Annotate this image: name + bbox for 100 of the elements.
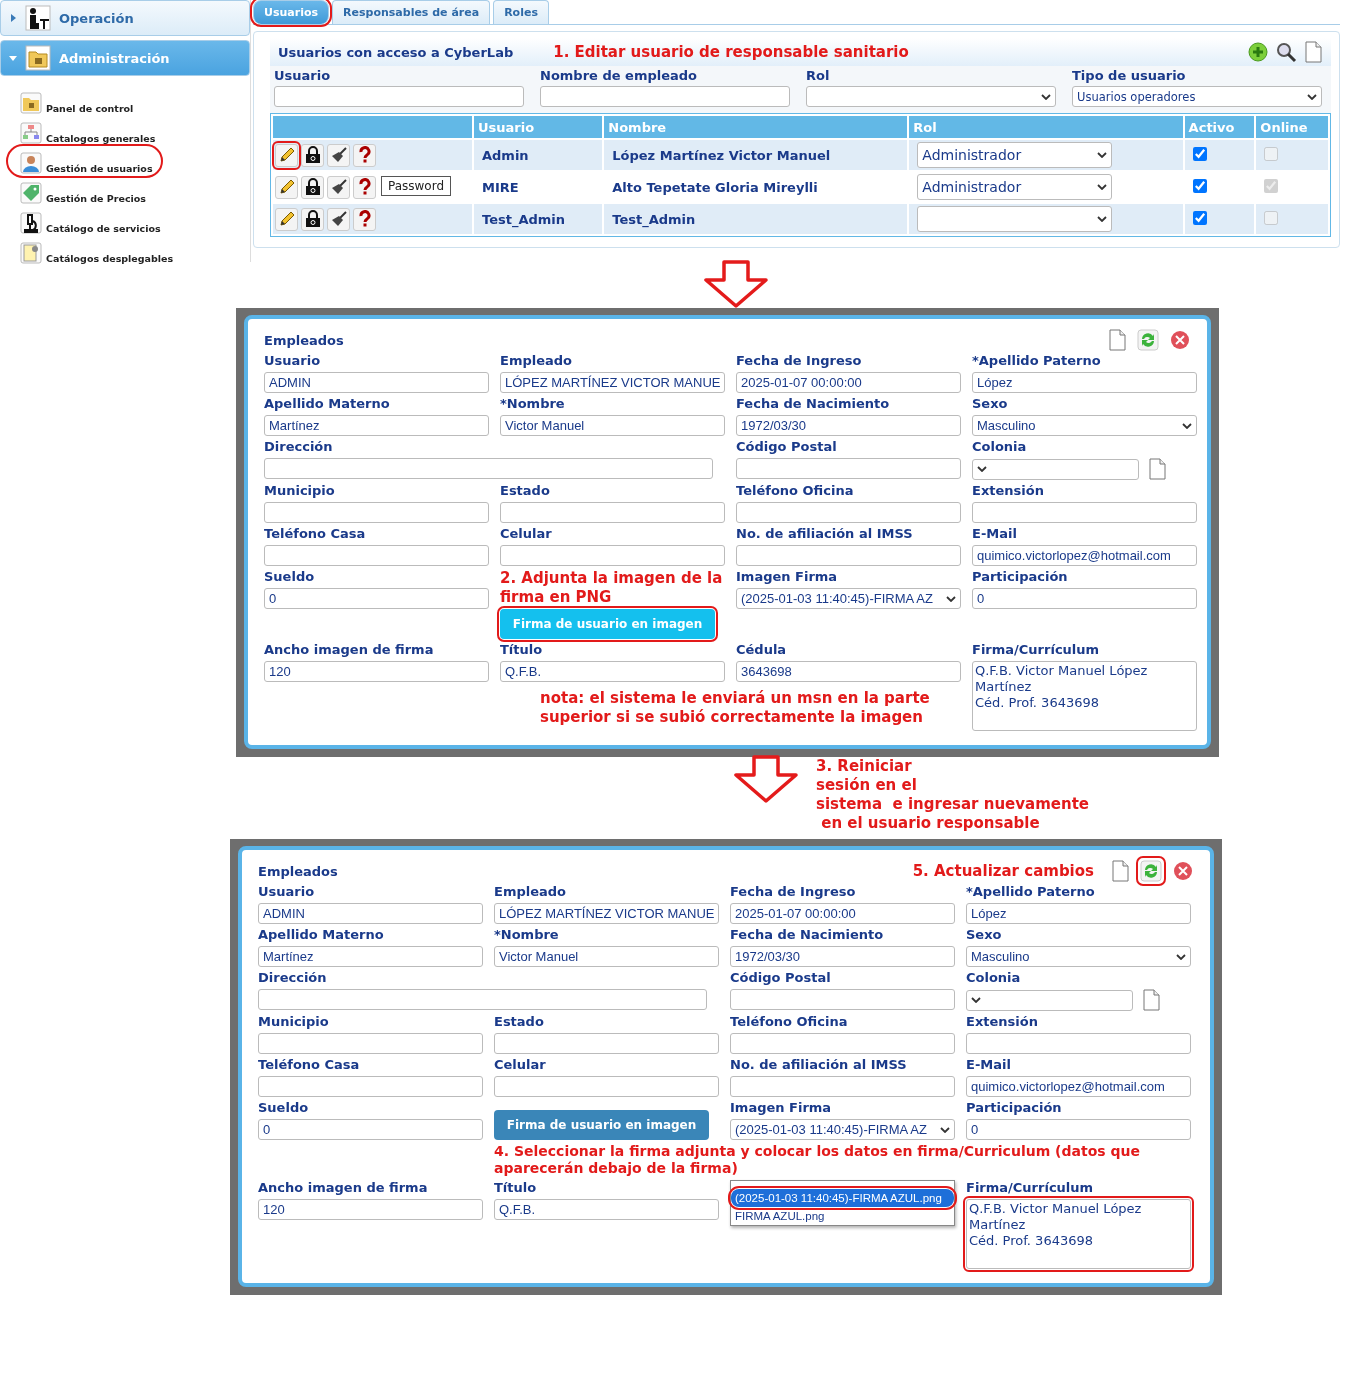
text-field[interactable]: 0: [264, 588, 489, 609]
text-field[interactable]: quimico.victorlopez@hotmail.com: [972, 545, 1197, 566]
text-field[interactable]: [972, 502, 1197, 523]
dropdown-option[interactable]: FIRMA AZUL.png: [731, 1207, 954, 1225]
text-field[interactable]: 1972/03/30: [736, 415, 961, 436]
active-checkbox[interactable]: [1192, 146, 1207, 161]
document-icon[interactable]: [1147, 458, 1167, 480]
caret-icon: [971, 997, 981, 1003]
text-field[interactable]: [494, 1033, 719, 1054]
lock-button[interactable]: [301, 207, 324, 231]
document-icon[interactable]: [1110, 860, 1130, 882]
filter-dropdown[interactable]: [806, 86, 1056, 107]
down-arrow: [732, 755, 800, 803]
dropdown[interactable]: (2025-01-03 11:40:45)-FIRMA AZ: [736, 588, 961, 609]
sidebar-item[interactable]: Catálogos desplegables: [20, 238, 180, 264]
document-icon[interactable]: [1107, 329, 1127, 351]
text-field[interactable]: 2025-01-07 00:00:00: [736, 372, 961, 393]
text-field[interactable]: 0: [972, 588, 1197, 609]
document-icon[interactable]: [1303, 41, 1323, 63]
document-icon[interactable]: [1141, 989, 1161, 1011]
text-field[interactable]: 2025-01-07 00:00:00: [730, 903, 955, 924]
text-field[interactable]: [258, 989, 707, 1010]
text-field[interactable]: [258, 1076, 483, 1097]
field-label: Fecha de Ingreso: [730, 884, 857, 899]
text-field[interactable]: [264, 458, 713, 479]
text-field[interactable]: LÓPEZ MARTÍNEZ VICTOR MANUE: [494, 903, 719, 924]
role-dropdown[interactable]: [917, 206, 1113, 232]
text-field[interactable]: [966, 1033, 1191, 1054]
text-field[interactable]: 0: [258, 1119, 483, 1140]
text-field[interactable]: ADMIN: [258, 903, 483, 924]
text-field[interactable]: 3643698: [736, 661, 961, 682]
broom-button[interactable]: [327, 207, 350, 231]
text-field[interactable]: [730, 1033, 955, 1054]
text-field[interactable]: 120: [264, 661, 489, 682]
dropdown[interactable]: (2025-01-03 11:40:45)-FIRMA AZ: [730, 1119, 955, 1140]
broom-button[interactable]: [327, 175, 350, 199]
help-button[interactable]: [353, 175, 376, 199]
form-title: Empleados: [264, 332, 344, 348]
broom-button[interactable]: [327, 143, 350, 167]
sidebar-section[interactable]: Operación: [0, 0, 250, 36]
active-checkbox[interactable]: [1192, 210, 1207, 225]
edit-button[interactable]: [275, 143, 298, 167]
text-field[interactable]: [730, 1076, 955, 1097]
sidebar-item[interactable]: Gestión de Precios: [20, 178, 152, 204]
active-checkbox[interactable]: [1192, 178, 1207, 193]
text-field[interactable]: López: [966, 903, 1191, 924]
text-field[interactable]: [258, 1033, 483, 1054]
dropdown[interactable]: Masculino: [966, 946, 1191, 967]
refresh-icon[interactable]: [1136, 856, 1166, 886]
text-field[interactable]: [264, 545, 489, 566]
text-field[interactable]: [500, 502, 725, 523]
text-field[interactable]: [736, 458, 961, 479]
text-field[interactable]: [494, 1076, 719, 1097]
lock-button[interactable]: [301, 143, 324, 167]
dropdown[interactable]: Masculino: [972, 415, 1197, 436]
dropdown[interactable]: [972, 458, 1139, 480]
text-field[interactable]: López: [972, 372, 1197, 393]
text-field[interactable]: [730, 989, 955, 1010]
add-icon[interactable]: [1247, 41, 1269, 63]
filter-field[interactable]: [540, 86, 790, 107]
text-field[interactable]: Martínez: [258, 946, 483, 967]
text-field[interactable]: Q.F.B.: [494, 1199, 719, 1220]
tab[interactable]: Responsables de área: [332, 0, 491, 24]
text-field[interactable]: [264, 502, 489, 523]
sidebar-item[interactable]: Catalogos generales: [20, 118, 162, 144]
sidebar-item[interactable]: Gestión de usuarios: [10, 148, 159, 174]
text-field[interactable]: Victor Manuel: [500, 415, 725, 436]
sidebar-item[interactable]: Panel de control: [20, 88, 140, 114]
tab[interactable]: Roles: [493, 0, 549, 24]
caret-icon: [940, 1126, 950, 1133]
filter-field[interactable]: [274, 86, 524, 107]
text-field[interactable]: ADMIN: [264, 372, 489, 393]
lock-button[interactable]: [301, 175, 324, 199]
text-field[interactable]: [500, 545, 725, 566]
text-field[interactable]: Victor Manuel: [494, 946, 719, 967]
sidebar-item[interactable]: Catálogo de servicios: [20, 208, 167, 234]
text-field[interactable]: 0: [966, 1119, 1191, 1140]
text-area[interactable]: Q.F.B. Victor Manuel López Martínez Céd. Prof. 3643698: [966, 1199, 1191, 1269]
close-icon[interactable]: [1172, 860, 1194, 882]
dropdown-option[interactable]: (2025-01-03 11:40:45)-FIRMA AZUL.png: [731, 1189, 954, 1207]
text-field[interactable]: quimico.victorlopez@hotmail.com: [966, 1076, 1191, 1097]
text-field[interactable]: 1972/03/30: [730, 946, 955, 967]
text-field[interactable]: [736, 502, 961, 523]
text-area[interactable]: Q.F.B. Victor Manuel López Martínez Céd. Prof. 3643698: [972, 661, 1197, 731]
role-dropdown[interactable]: Administrador: [917, 174, 1113, 200]
dropdown[interactable]: [966, 989, 1133, 1011]
close-icon[interactable]: [1169, 329, 1191, 351]
search-icon[interactable]: [1275, 41, 1297, 63]
upload-signature-button[interactable]: Firma de usuario en imagen: [494, 1110, 709, 1140]
edit-button[interactable]: [275, 175, 298, 199]
role-dropdown[interactable]: Administrador: [917, 142, 1113, 168]
filter-dropdown[interactable]: Usuarios operadores: [1072, 86, 1322, 107]
text-field[interactable]: 120: [258, 1199, 483, 1220]
edit-button[interactable]: [275, 207, 298, 231]
text-field[interactable]: Q.F.B.: [500, 661, 725, 682]
text-field[interactable]: LÓPEZ MARTÍNEZ VICTOR MANUE: [500, 372, 725, 393]
text-field[interactable]: [736, 545, 961, 566]
text-field[interactable]: Martínez: [264, 415, 489, 436]
help-button[interactable]: [353, 143, 376, 167]
help-button[interactable]: [353, 207, 376, 231]
